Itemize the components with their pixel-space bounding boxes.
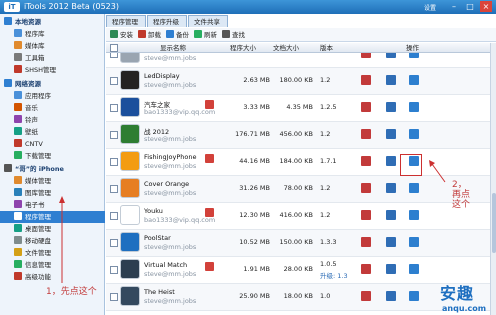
annotation-step-1: 1，先点这个 [46, 287, 97, 297]
watermark-url: anqu.com [442, 304, 487, 313]
watermark-logo: 安趣 anqu.com [440, 280, 486, 313]
watermark-text: 安趣 [440, 284, 475, 303]
annotation-arrows [59, 160, 446, 283]
annotation-step-2: 2，再点这个 [452, 180, 471, 210]
